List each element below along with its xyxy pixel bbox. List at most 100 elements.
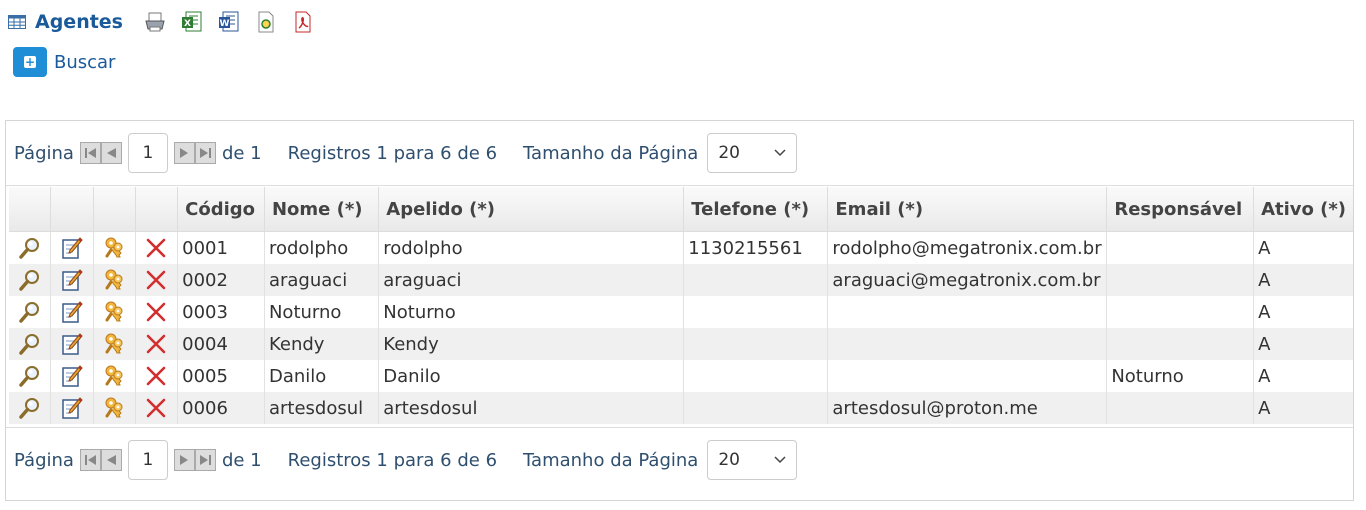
pdf-export-icon[interactable]	[291, 10, 315, 34]
chevron-down-icon	[774, 456, 786, 464]
delete-action[interactable]	[134, 392, 178, 424]
cell-codigo: 0003	[177, 296, 265, 328]
cell-email: artesdosul@proton.me	[827, 392, 1107, 424]
view-action[interactable]	[9, 296, 51, 328]
next-last-page-icon[interactable]	[173, 449, 216, 471]
agents-grid-panel: Página de 1 Registros 1 para 6 de 6 Tama…	[5, 120, 1354, 501]
view-icon[interactable]	[18, 300, 42, 324]
cell-email: rodolpho@megatronix.com.br	[827, 231, 1107, 264]
view-action[interactable]	[9, 264, 51, 296]
table-row[interactable]: 0002 araguaci araguaci araguaci@megatronix.…	[9, 264, 1353, 296]
edit-icon[interactable]	[60, 332, 84, 356]
permissions-action[interactable]	[92, 360, 136, 392]
page-size-select[interactable]: 20	[707, 133, 798, 173]
permissions-icon[interactable]	[102, 332, 126, 356]
view-icon[interactable]	[18, 268, 42, 292]
edit-action[interactable]	[50, 328, 94, 360]
action-col-header	[9, 187, 51, 232]
permissions-icon[interactable]	[102, 268, 126, 292]
permissions-icon[interactable]	[102, 396, 126, 420]
next-last-page-icon[interactable]	[173, 142, 216, 164]
cell-nome: Danilo	[263, 360, 379, 392]
page-size-select[interactable]: 20	[707, 440, 798, 480]
delete-icon[interactable]	[144, 236, 168, 260]
edit-icon[interactable]	[60, 300, 84, 324]
cell-ativo: A	[1253, 392, 1353, 424]
delete-action[interactable]	[134, 360, 178, 392]
view-icon[interactable]	[18, 332, 42, 356]
print-icon[interactable]	[143, 10, 167, 34]
excel-export-icon[interactable]: X	[180, 10, 204, 34]
view-icon[interactable]	[18, 396, 42, 420]
first-prev-page-icon[interactable]	[79, 142, 122, 164]
view-icon[interactable]	[18, 364, 42, 388]
table-row[interactable]: 0003 Noturno Noturno A	[9, 296, 1353, 328]
cell-email	[827, 328, 1107, 360]
column-header-ativo[interactable]: Ativo (*)	[1253, 187, 1353, 232]
table-row[interactable]: 0001 rodolpho rodolpho 1130215561 rodolpho@m…	[9, 231, 1353, 265]
delete-icon[interactable]	[144, 332, 168, 356]
edit-action[interactable]	[50, 296, 94, 328]
permissions-action[interactable]	[92, 328, 136, 360]
edit-icon[interactable]	[60, 364, 84, 388]
delete-icon[interactable]	[144, 364, 168, 388]
column-header-email[interactable]: Email (*)	[827, 187, 1107, 232]
page-number-input[interactable]	[127, 440, 168, 480]
edit-action[interactable]	[50, 360, 94, 392]
divider	[6, 185, 1353, 186]
cell-ativo: A	[1253, 231, 1353, 264]
delete-action[interactable]	[134, 328, 178, 360]
permissions-action[interactable]	[92, 296, 136, 328]
page-number-input[interactable]	[127, 133, 168, 173]
view-icon[interactable]	[18, 236, 42, 260]
delete-action[interactable]	[134, 231, 178, 264]
permissions-action[interactable]	[92, 231, 136, 264]
view-action[interactable]	[9, 328, 51, 360]
cell-telefone	[683, 264, 828, 296]
delete-icon[interactable]	[144, 300, 168, 324]
column-header-responsavel[interactable]: Responsável	[1106, 187, 1254, 232]
page-count: de 1	[221, 142, 262, 164]
svg-text:X: X	[184, 19, 191, 29]
table-row[interactable]: 0004 Kendy Kendy A	[9, 328, 1353, 360]
table-icon	[8, 15, 26, 29]
view-action[interactable]	[9, 392, 51, 424]
cell-responsavel	[1106, 231, 1254, 264]
delete-action[interactable]	[134, 264, 178, 296]
edit-action[interactable]	[50, 264, 94, 296]
edit-icon[interactable]	[60, 236, 84, 260]
cell-apelido: rodolpho	[378, 231, 684, 264]
delete-icon[interactable]	[144, 396, 168, 420]
delete-action[interactable]	[134, 296, 178, 328]
permissions-action[interactable]	[92, 264, 136, 296]
column-header-nome[interactable]: Nome (*)	[263, 187, 379, 232]
edit-action[interactable]	[50, 392, 94, 424]
edit-icon[interactable]	[60, 396, 84, 420]
cell-nome: Kendy	[263, 328, 379, 360]
cell-telefone: 1130215561	[683, 231, 828, 264]
permissions-action[interactable]	[92, 392, 136, 424]
delete-icon[interactable]	[144, 268, 168, 292]
plus-icon: +	[13, 47, 47, 77]
view-action[interactable]	[9, 232, 51, 265]
table-row[interactable]: 0006 artesdosul artesdosul artesdosul@proto…	[9, 392, 1353, 424]
permissions-icon[interactable]	[102, 236, 126, 260]
table-row[interactable]: 0005 Danilo Danilo Noturno A	[9, 360, 1353, 392]
csv-export-icon[interactable]	[254, 10, 278, 34]
page-label: Página	[14, 142, 74, 164]
column-header-apelido[interactable]: Apelido (*)	[378, 187, 684, 232]
search-button-label: Buscar	[54, 51, 116, 73]
view-action[interactable]	[9, 360, 51, 392]
column-header-telefone[interactable]: Telefone (*)	[683, 187, 828, 232]
word-export-icon[interactable]: W	[217, 10, 241, 34]
column-header-codigo[interactable]: Código	[177, 187, 265, 232]
first-prev-page-icon[interactable]	[79, 449, 122, 471]
permissions-icon[interactable]	[102, 300, 126, 324]
cell-ativo: A	[1253, 264, 1353, 296]
cell-telefone	[683, 296, 828, 328]
edit-icon[interactable]	[60, 268, 84, 292]
permissions-icon[interactable]	[102, 364, 126, 388]
edit-action[interactable]	[50, 231, 94, 264]
page-header: Agentes X W	[8, 8, 328, 36]
search-button[interactable]: + Buscar	[13, 47, 115, 77]
